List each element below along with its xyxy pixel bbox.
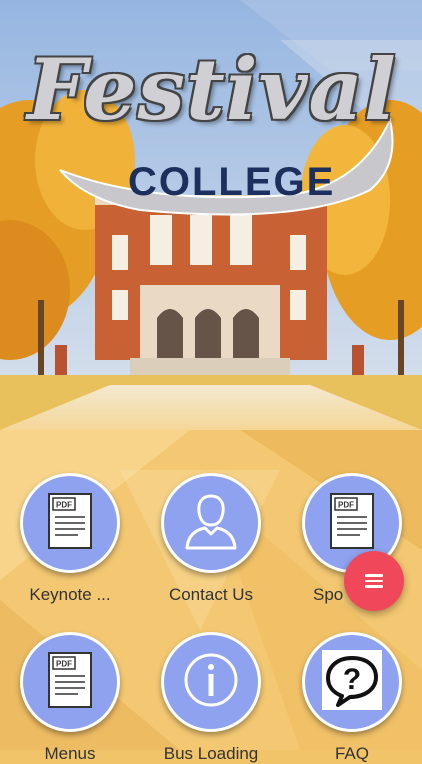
tile-faq-circle[interactable]: ?: [302, 632, 402, 732]
tile-keynote-circle[interactable]: PDF: [20, 473, 120, 573]
tile-menus-label: Menus: [44, 744, 96, 763]
logo-script-text: Festival: [27, 40, 397, 139]
svg-text:?: ?: [343, 663, 361, 696]
tile-menus[interactable]: PDF Menus: [20, 632, 120, 764]
festival-college-logo: Festival COLLEGE: [0, 0, 422, 230]
tile-faq[interactable]: ? FAQ: [302, 632, 402, 764]
tile-bus-loading[interactable]: Bus Loading: [161, 632, 261, 764]
tile-contact-us-circle[interactable]: [161, 473, 261, 573]
tile-menus-circle[interactable]: PDF: [20, 632, 120, 732]
pdf-document-icon: PDF: [46, 491, 94, 556]
info-icon: [183, 652, 239, 713]
tile-contact-us-label: Contact Us: [168, 585, 254, 604]
tile-bus-loading-label: Bus Loading: [163, 744, 259, 763]
menu-icon: [365, 574, 383, 588]
svg-text:PDF: PDF: [56, 500, 72, 509]
logo-banner-text: COLLEGE: [128, 160, 336, 204]
svg-text:PDF: PDF: [56, 659, 72, 668]
tile-contact-us[interactable]: Contact Us: [161, 473, 261, 605]
person-icon: [183, 492, 239, 555]
tile-bus-loading-circle[interactable]: [161, 632, 261, 732]
tile-faq-label: FAQ: [334, 744, 369, 763]
pdf-document-icon: PDF: [328, 491, 376, 556]
svg-text:PDF: PDF: [338, 500, 354, 509]
tile-keynote[interactable]: PDF Keynote ...: [20, 473, 120, 605]
tile-keynote-label: Keynote ...: [29, 585, 111, 604]
menu-fab-button[interactable]: [344, 551, 404, 611]
question-speech-bubble-icon: ?: [322, 649, 382, 715]
pdf-document-icon: PDF: [46, 650, 94, 715]
